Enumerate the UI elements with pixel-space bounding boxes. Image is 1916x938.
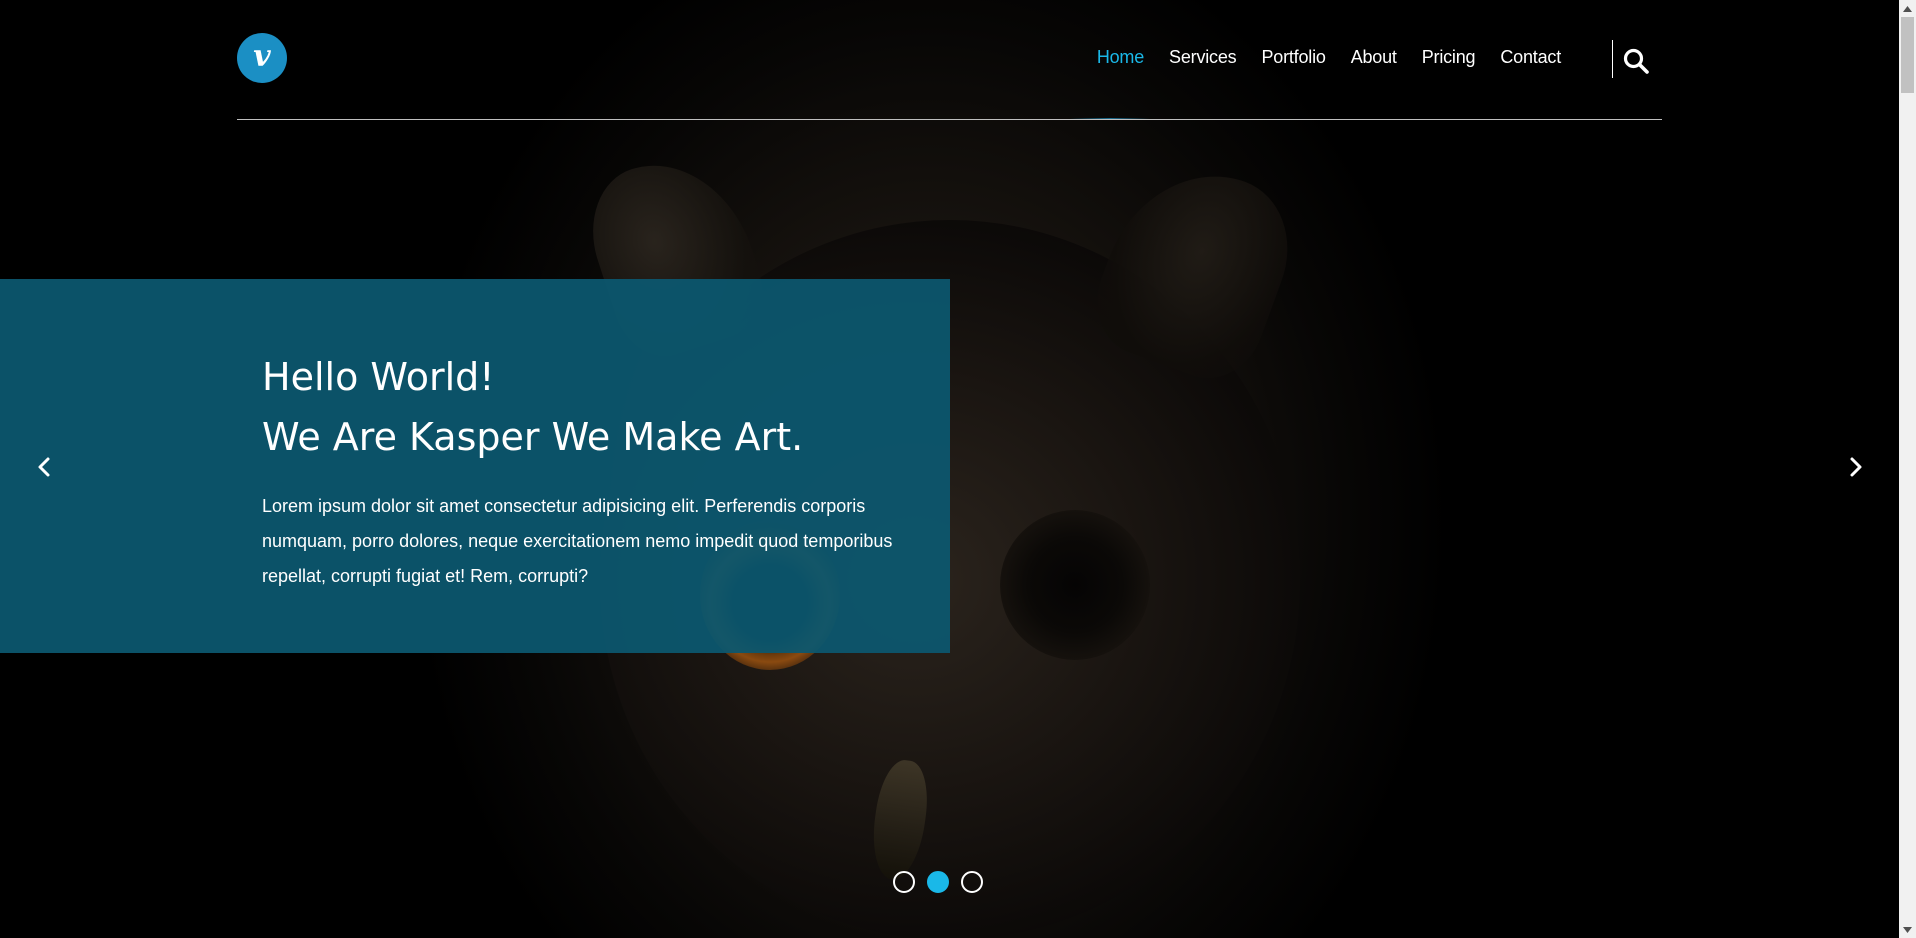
- chevron-left-icon[interactable]: [33, 455, 57, 479]
- hero-content: Hello World! We Are Kasper We Make Art. …: [262, 347, 922, 594]
- nav-divider: [1612, 40, 1613, 78]
- owl-eye-right: [1000, 510, 1150, 660]
- hero-title: Hello World! We Are Kasper We Make Art.: [262, 347, 922, 467]
- slider-dot-3[interactable]: [961, 871, 983, 893]
- nav-item-contact[interactable]: Contact: [1500, 47, 1561, 68]
- page: v Home Services Portfolio About Pricing …: [0, 0, 1916, 938]
- header: v Home Services Portfolio About Pricing …: [237, 0, 1662, 120]
- nav-item-about[interactable]: About: [1351, 47, 1397, 68]
- hero-text: Lorem ipsum dolor sit amet consectetur a…: [262, 496, 893, 586]
- logo[interactable]: v: [237, 33, 287, 83]
- nav-item-home[interactable]: Home: [1097, 47, 1144, 68]
- hero-title-line2: We Are Kasper We Make Art.: [262, 415, 804, 459]
- chevron-right-icon[interactable]: [1843, 455, 1867, 479]
- nav-item-portfolio[interactable]: Portfolio: [1261, 47, 1325, 68]
- slider-dots: [893, 871, 983, 893]
- nav-item-pricing[interactable]: Pricing: [1422, 47, 1476, 68]
- scroll-down-arrow[interactable]: [1899, 921, 1916, 938]
- slider-dot-2[interactable]: [927, 871, 949, 893]
- header-divider: [237, 119, 1662, 120]
- slider-dot-1[interactable]: [893, 871, 915, 893]
- main-nav: Home Services Portfolio About Pricing Co…: [1097, 47, 1561, 68]
- logo-letter: v: [253, 39, 271, 74]
- hero-box: Hello World! We Are Kasper We Make Art. …: [0, 279, 950, 653]
- scroll-up-arrow[interactable]: [1899, 0, 1916, 17]
- hero-title-line1: Hello World!: [262, 355, 495, 399]
- scrollbar-thumb[interactable]: [1901, 17, 1914, 93]
- search-icon[interactable]: [1622, 47, 1650, 75]
- nav-item-services[interactable]: Services: [1169, 47, 1237, 68]
- scrollbar[interactable]: [1899, 0, 1916, 938]
